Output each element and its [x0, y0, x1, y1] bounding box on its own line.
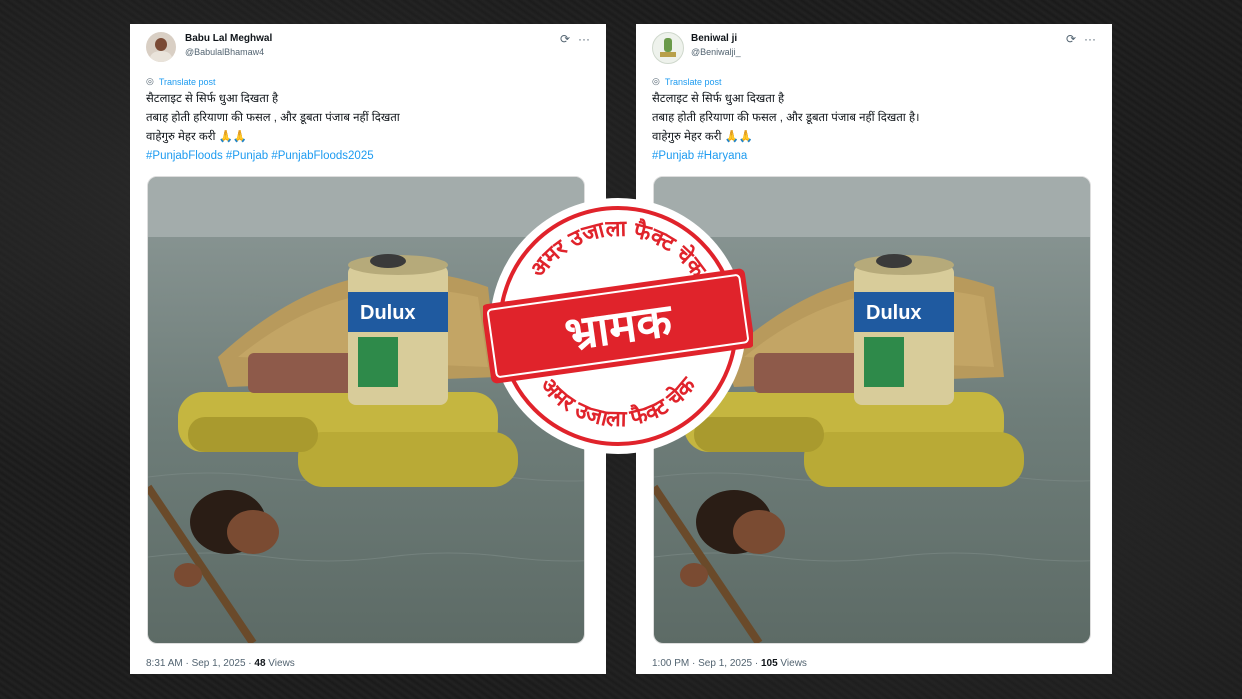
hashtags[interactable]: #PunjabFloods #Punjab #PunjabFloods2025	[146, 147, 596, 166]
grok-icon[interactable]: ⟳	[1066, 32, 1076, 46]
author-handle[interactable]: @Beniwalji_	[691, 47, 741, 57]
translate-link[interactable]: ◎ Translate post	[652, 76, 722, 87]
fact-check-stamp: अमर उजाला फैक्ट चेक अमर उजाला फैक्ट चेक …	[483, 198, 753, 454]
translate-label[interactable]: Translate post	[159, 77, 216, 87]
post-time[interactable]: 1:00 PM · Sep 1, 2025 ·	[652, 658, 761, 669]
views-label: Views	[777, 658, 807, 669]
avatar[interactable]	[146, 32, 176, 62]
can-brand: Dulux	[866, 302, 922, 324]
post-meta: 8:31 AM · Sep 1, 2025 · 48 Views	[146, 658, 295, 669]
post-line: तबाह होती हरियाणा की फसल , और डूबता पंजा…	[652, 112, 920, 124]
post-text: सैटलाइट से सिर्फ धुआ दिखता है तबाह होती …	[652, 90, 1102, 166]
post-line: वाहेगुरु मेहर करी 🙏🙏	[146, 131, 248, 143]
author-name[interactable]: Beniwal ji	[691, 33, 737, 44]
grok-icon[interactable]: ⟳	[560, 32, 570, 46]
post-line: तबाह होती हरियाणा की फसल , और डूबता पंजा…	[146, 112, 400, 124]
view-count: 48	[254, 658, 266, 669]
globe-icon: ◎	[652, 76, 660, 86]
author-name[interactable]: Babu Lal Meghwal	[185, 33, 272, 44]
globe-icon: ◎	[146, 76, 154, 86]
post-line: सैटलाइट से सिर्फ धुआ दिखता है	[652, 93, 785, 105]
hashtags[interactable]: #Punjab #Haryana	[652, 147, 1102, 166]
post-time[interactable]: 8:31 AM · Sep 1, 2025 ·	[146, 658, 254, 669]
post-line: सैटलाइट से सिर्फ धुआ दिखता है	[146, 93, 279, 105]
post-line: वाहेगुरु मेहर करी 🙏🙏	[652, 131, 754, 143]
post-text: सैटलाइट से सिर्फ धुआ दिखता है तबाह होती …	[146, 90, 596, 166]
more-icon[interactable]: ···	[1084, 32, 1096, 46]
translate-label[interactable]: Translate post	[665, 77, 722, 87]
views-label: Views	[265, 658, 295, 669]
avatar[interactable]	[652, 32, 684, 64]
author-handle[interactable]: @BabulalBhamaw4	[185, 47, 264, 57]
can-brand: Dulux	[360, 302, 416, 324]
view-count: 105	[760, 658, 778, 669]
more-icon[interactable]: ···	[578, 32, 590, 46]
post-meta: 1:00 PM · Sep 1, 2025 · 105 Views	[652, 658, 807, 669]
translate-link[interactable]: ◎ Translate post	[146, 76, 216, 87]
